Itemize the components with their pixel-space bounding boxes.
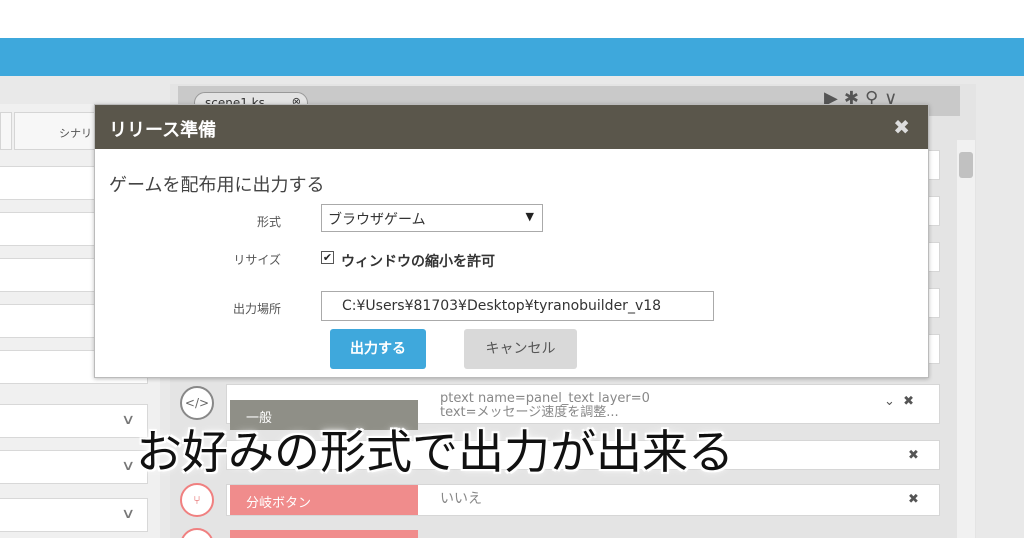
dropdown-arrow-icon: ▼: [525, 210, 534, 223]
chevron-down-icon[interactable]: ∨: [121, 458, 135, 474]
code-icon: </>: [180, 386, 214, 420]
close-icon[interactable]: ✖: [903, 394, 914, 409]
row-controls: ✖: [908, 492, 919, 507]
tab-scenario-label: シナリ: [59, 127, 92, 140]
close-icon[interactable]: ✖: [908, 448, 919, 463]
command-text-line: ptext name=panel_text layer=0: [440, 391, 650, 406]
close-icon[interactable]: ✖: [893, 115, 910, 139]
format-select-value: ブラウザゲーム: [328, 212, 426, 228]
editor-scrollbar[interactable]: [957, 140, 975, 538]
top-whitespace: [0, 0, 1024, 38]
format-label: 形式: [256, 215, 281, 229]
dialog-titlebar: リリース準備 ✖: [95, 105, 928, 149]
app-header-bar: [0, 38, 1024, 76]
row-controls: ⌄ ✖: [884, 394, 914, 409]
row-controls: ✖: [908, 448, 919, 463]
left-tab[interactable]: [0, 112, 12, 150]
command-type-label: [230, 530, 418, 538]
scrollbar-thumb[interactable]: [959, 152, 973, 178]
left-list-item[interactable]: ∨: [0, 498, 148, 532]
cancel-button[interactable]: キャンセル: [464, 329, 577, 369]
command-text: いいえ: [440, 491, 482, 507]
chevron-down-icon[interactable]: ∨: [121, 506, 135, 522]
caption-overlay: お好みの形式で出力が出来る: [136, 425, 734, 479]
resize-checkbox[interactable]: ✔: [321, 251, 334, 264]
chevron-down-icon[interactable]: ⌄: [884, 394, 895, 409]
left-list-item[interactable]: ∨: [0, 450, 148, 484]
dialog-title: リリース準備: [109, 120, 217, 141]
release-dialog: リリース準備 ✖ ゲームを配布用に出力する 形式 ブラウザゲーム ▼ リサイズ …: [94, 104, 929, 378]
resize-label: リサイズ: [233, 253, 281, 267]
chevron-down-icon[interactable]: ∨: [121, 412, 135, 428]
format-select[interactable]: ブラウザゲーム ▼: [321, 204, 543, 232]
close-icon[interactable]: ✖: [908, 492, 919, 507]
output-location-label: 出力場所: [232, 302, 281, 316]
left-list-item[interactable]: ∨: [0, 404, 148, 438]
command-type-label: 分岐ボタン: [230, 485, 418, 515]
branch-icon: ⑂: [180, 483, 214, 517]
output-path-field[interactable]: C:¥Users¥81703¥Desktop¥tyranobuilder_v18: [321, 291, 714, 321]
export-button[interactable]: 出力する: [330, 329, 426, 369]
resize-option-label: ウィンドウの縮小を許可: [341, 254, 495, 270]
dialog-heading: ゲームを配布用に出力する: [109, 175, 325, 196]
